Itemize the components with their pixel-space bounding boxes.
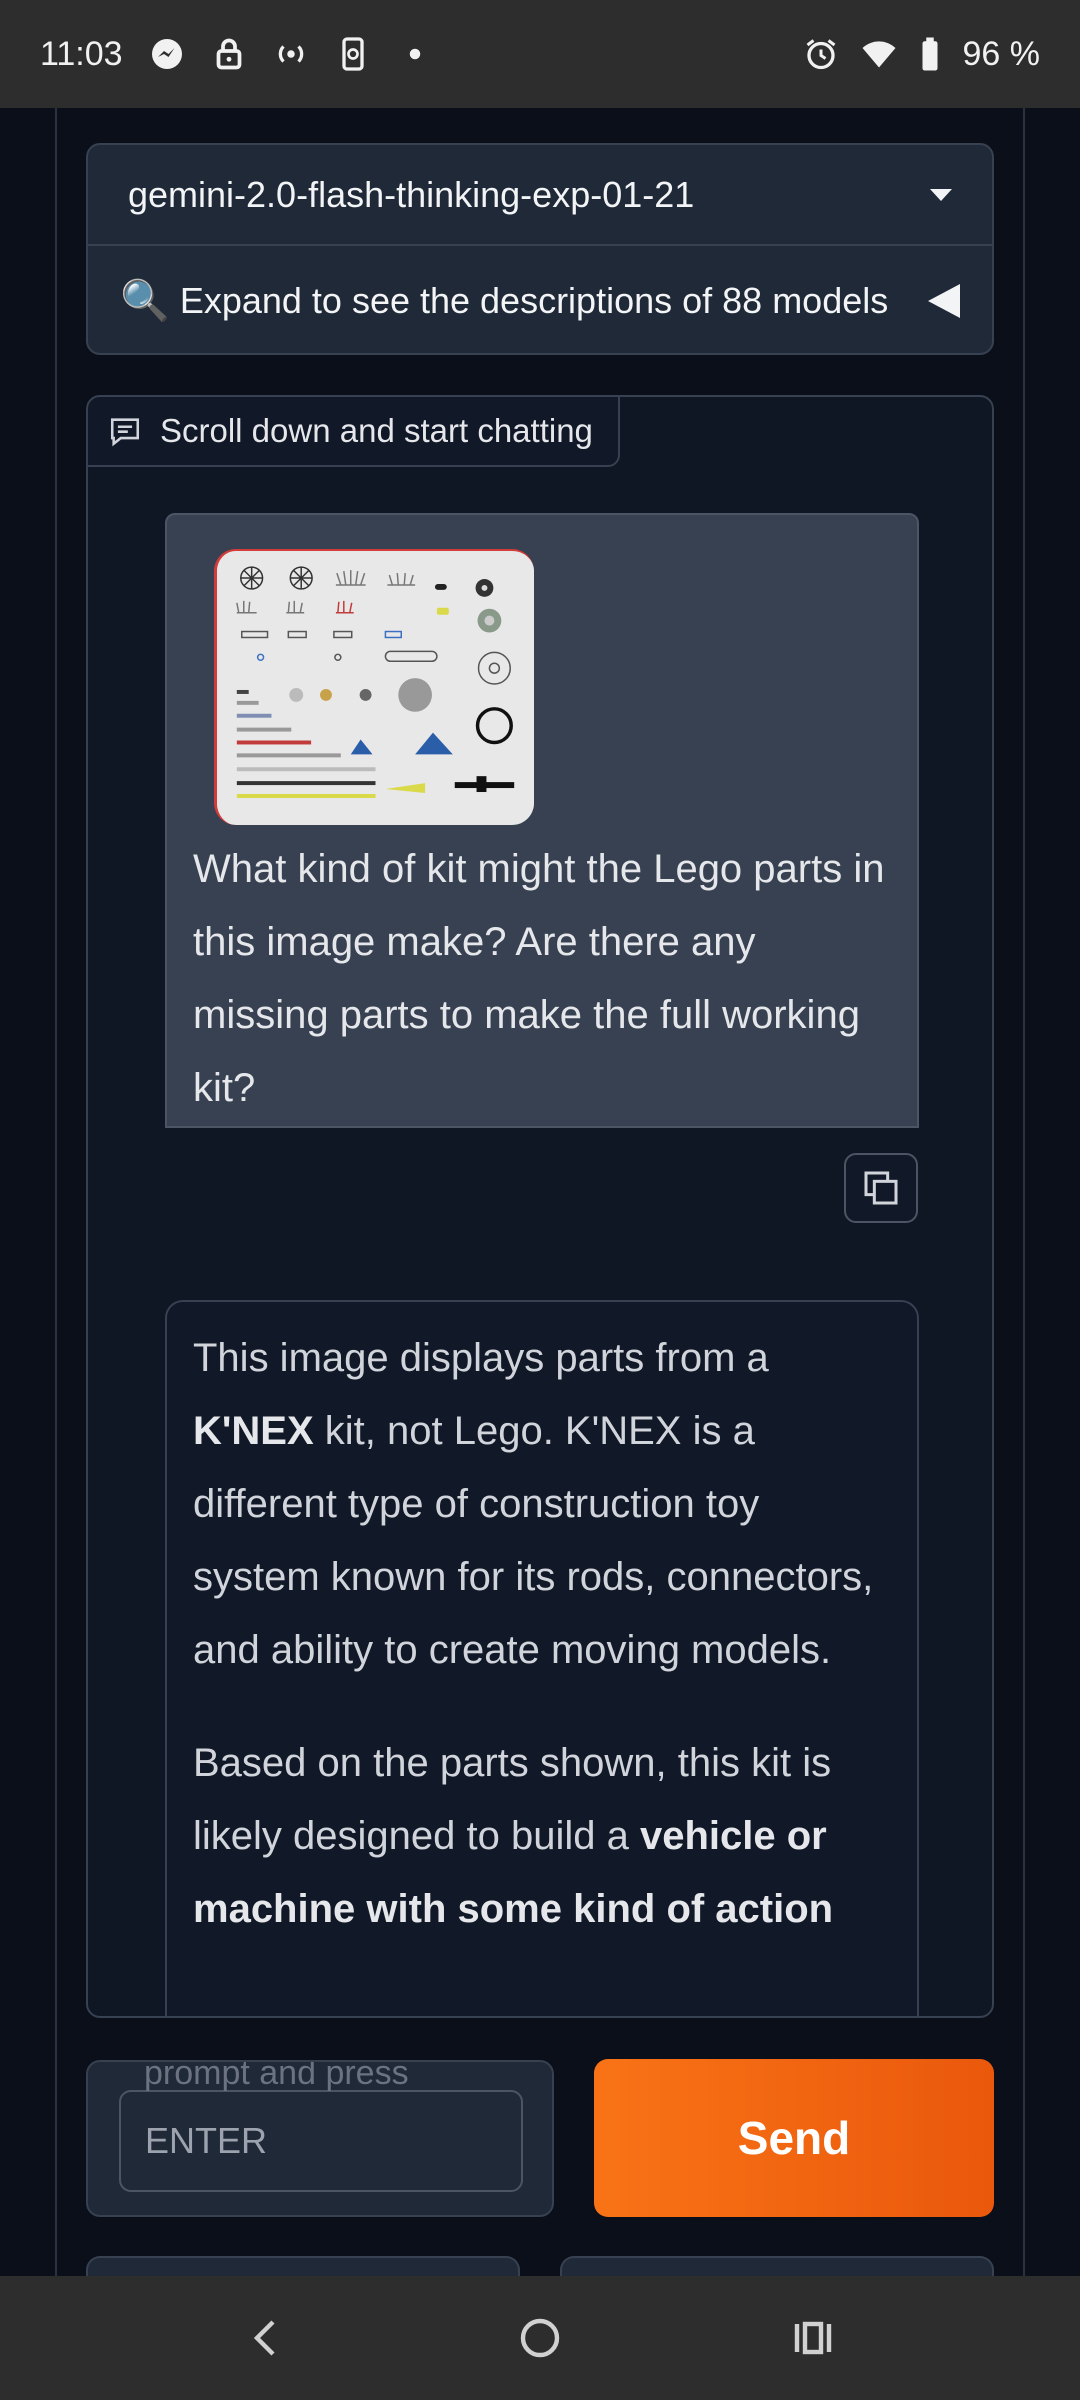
copy-icon xyxy=(864,1171,898,1205)
battery-icon xyxy=(919,36,941,72)
chatbot-label: Scroll down and start chatting xyxy=(88,397,620,467)
bot-paragraph-2: Based on the parts shown, this kit is li… xyxy=(193,1727,891,1946)
wifi-icon xyxy=(861,36,897,72)
model-descriptions-label: Expand to see the descriptions of 88 mod… xyxy=(179,279,889,321)
hotspot-icon xyxy=(273,36,309,72)
bot-strong: K'NEX xyxy=(193,1409,314,1453)
chatbot-label-text: Scroll down and start chatting xyxy=(160,412,593,449)
alarm-icon xyxy=(803,36,839,72)
back-button[interactable] xyxy=(237,2308,297,2368)
copy-button[interactable] xyxy=(844,1153,918,1223)
bot-paragraph-1: This image displays parts from a K'NEX k… xyxy=(193,1322,891,1687)
send-button[interactable]: Send xyxy=(594,2059,994,2217)
collapse-triangle-icon xyxy=(928,283,960,318)
chat-icon xyxy=(110,418,140,447)
page-border-left xyxy=(55,108,57,2276)
messenger-icon xyxy=(149,36,185,72)
model-dropdown[interactable]: gemini-2.0-flash-thinking-exp-01-21 xyxy=(88,145,992,246)
lock-icon xyxy=(211,36,247,72)
status-bar: 11:03 96 % xyxy=(0,0,1080,108)
dot-icon xyxy=(397,36,433,72)
prompt-input[interactable]: ENTER xyxy=(119,2090,523,2192)
user-message: What kind of kit might the Lego parts in… xyxy=(165,513,919,1128)
page-border-right xyxy=(1023,108,1025,2276)
knex-parts-illustration xyxy=(217,551,534,825)
battery-percent: 96 % xyxy=(962,34,1041,73)
model-descriptions-accordion[interactable]: 🔍 Expand to see the descriptions of 88 m… xyxy=(88,246,992,353)
knex-parts-image[interactable] xyxy=(214,549,534,825)
bot-text: This image displays parts from a xyxy=(193,1336,769,1380)
search-icon: 🔍 xyxy=(120,279,170,323)
chevron-down-icon xyxy=(930,188,952,201)
home-button[interactable] xyxy=(510,2308,570,2368)
clock: 11:03 xyxy=(40,34,123,73)
phone-sync-icon xyxy=(335,36,371,72)
home-circle-icon xyxy=(520,2318,560,2358)
prompt-placeholder: ENTER xyxy=(145,2120,268,2161)
model-dropdown-value: gemini-2.0-flash-thinking-exp-01-21 xyxy=(128,173,695,215)
back-chevron-icon xyxy=(253,2320,275,2356)
prompt-container: ENTER prompt and press xyxy=(86,2060,554,2217)
recents-button[interactable] xyxy=(783,2308,843,2368)
model-selector: gemini-2.0-flash-thinking-exp-01-21 🔍 Ex… xyxy=(86,143,994,355)
prompt-overflow-text: prompt and press xyxy=(144,2060,409,2092)
system-nav-bar xyxy=(0,2276,1080,2400)
chat-panel[interactable]: Scroll down and start chatting What kind… xyxy=(86,395,994,2018)
recents-icon xyxy=(795,2321,832,2355)
user-message-text: What kind of kit might the Lego parts in… xyxy=(193,847,885,1110)
bot-message: This image displays parts from a K'NEX k… xyxy=(165,1300,919,2016)
